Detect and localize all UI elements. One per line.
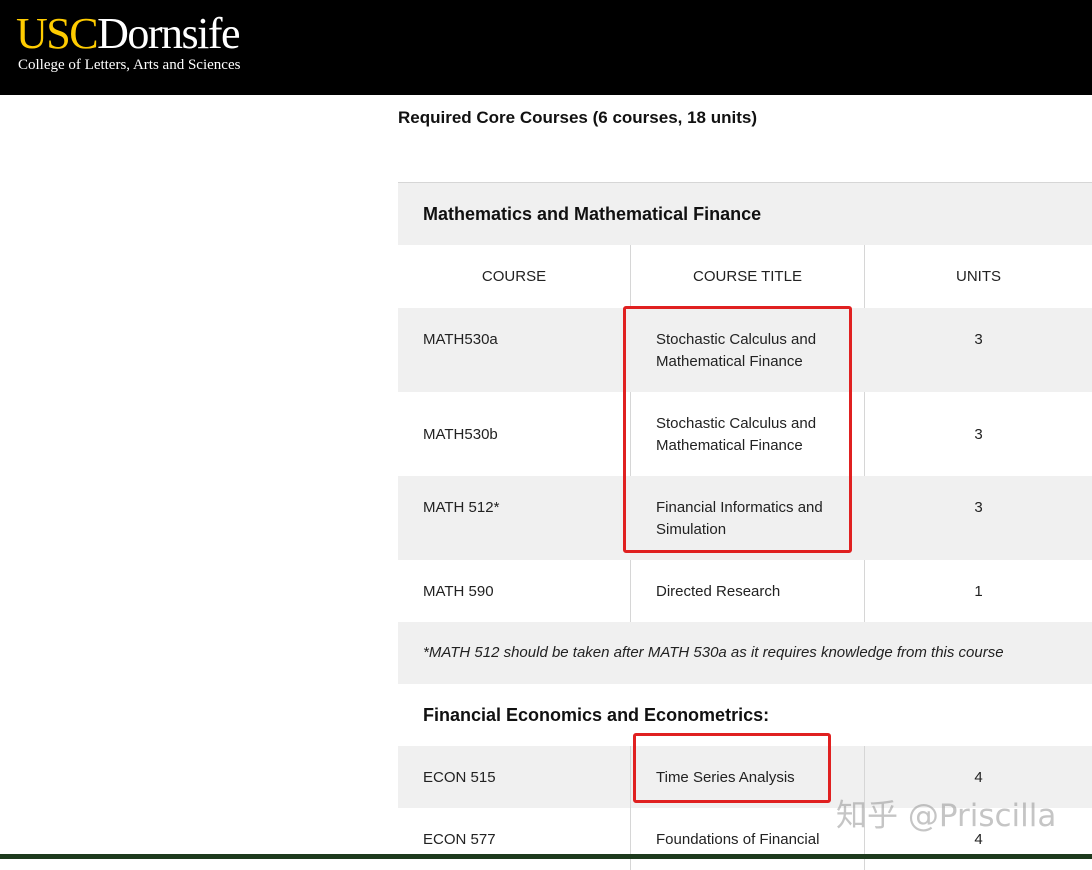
course-units: 3	[974, 331, 983, 348]
course-code: MATH530b	[423, 426, 498, 443]
course-code: ECON 577	[423, 831, 496, 848]
course-title: Foundations of Financial	[630, 808, 864, 870]
bottom-border	[0, 854, 1092, 859]
site-header: USCDornsife College of Letters, Arts and…	[0, 0, 1092, 95]
highlight-box-time-series	[633, 733, 831, 803]
highlight-box-math-titles	[623, 306, 852, 553]
course-code: MATH530a	[423, 331, 498, 348]
table-row: MATH 590 Directed Research 1	[398, 560, 1092, 622]
logo-usc-text: USC	[16, 9, 99, 58]
table-footnote: *MATH 512 should be taken after MATH 530…	[398, 622, 1092, 684]
course-code: MATH 590	[423, 583, 494, 600]
logo-subtitle: College of Letters, Arts and Sciences	[18, 57, 241, 73]
course-title: Directed Research	[630, 560, 864, 622]
logo-dornsife-text: Dornsife	[97, 9, 240, 58]
course-code: ECON 515	[423, 769, 496, 786]
column-header-course-title: COURSE TITLE	[630, 245, 864, 308]
zhihu-watermark: 知乎 @Priscilla	[836, 798, 1057, 834]
group-title-math: Mathematics and Mathematical Finance	[398, 183, 1092, 245]
logo-wordmark: USCDornsife	[16, 9, 241, 58]
table-header-row: COURSE COURSE TITLE UNITS	[398, 245, 1092, 308]
course-code: MATH 512*	[423, 499, 500, 516]
column-header-course: COURSE	[481, 268, 547, 285]
column-header-units: UNITS	[864, 245, 1092, 308]
course-units: 1	[864, 560, 1092, 622]
usc-dornsife-logo[interactable]: USCDornsife College of Letters, Arts and…	[16, 9, 241, 73]
course-units: 3	[974, 499, 983, 516]
course-units: 3	[864, 392, 1092, 476]
required-core-courses-heading: Required Core Courses (6 courses, 18 uni…	[398, 108, 757, 127]
